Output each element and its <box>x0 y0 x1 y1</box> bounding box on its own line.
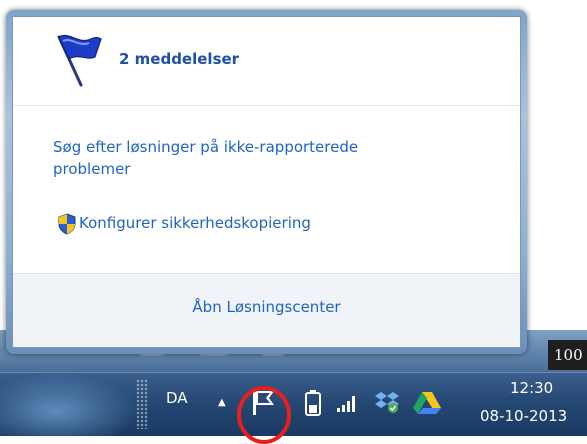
taskbar: DA ▲ 12:30 08-10-2013 <box>0 372 587 436</box>
show-hidden-icons-button[interactable]: ▲ <box>218 397 226 408</box>
google-drive-icon[interactable] <box>412 391 442 415</box>
highlight-circle <box>237 386 291 444</box>
notification-count-label[interactable]: 2 meddelelser <box>119 50 239 68</box>
clock-date[interactable]: 08-10-2013 <box>480 407 567 425</box>
language-indicator[interactable]: DA <box>166 389 188 407</box>
signal-icon[interactable] <box>336 391 360 413</box>
search-solutions-link[interactable]: Søg efter løsninger på ikke-rapporterede… <box>53 136 423 180</box>
popup-header: 2 meddelelser <box>13 17 520 106</box>
configure-backup-link[interactable]: Konfigurer sikkerhedskopiering <box>79 212 311 234</box>
flag-icon <box>57 35 102 87</box>
popup-body: 2 meddelelser Søg efter løsninger på ikk… <box>12 16 521 348</box>
zoom-label: 100 <box>548 340 587 370</box>
taskbar-grip[interactable] <box>136 379 148 429</box>
dropbox-icon[interactable] <box>374 389 400 415</box>
action-center-popup: 2 meddelelser Søg efter løsninger på ikk… <box>6 10 527 354</box>
start-orb-glow <box>0 373 140 436</box>
open-action-center-link[interactable]: Åbn Løsningscenter <box>13 298 520 316</box>
clock-time[interactable]: 12:30 <box>510 379 553 397</box>
battery-icon[interactable] <box>304 389 322 417</box>
popup-footer: Åbn Løsningscenter <box>13 273 520 347</box>
uac-shield-icon <box>58 213 76 235</box>
